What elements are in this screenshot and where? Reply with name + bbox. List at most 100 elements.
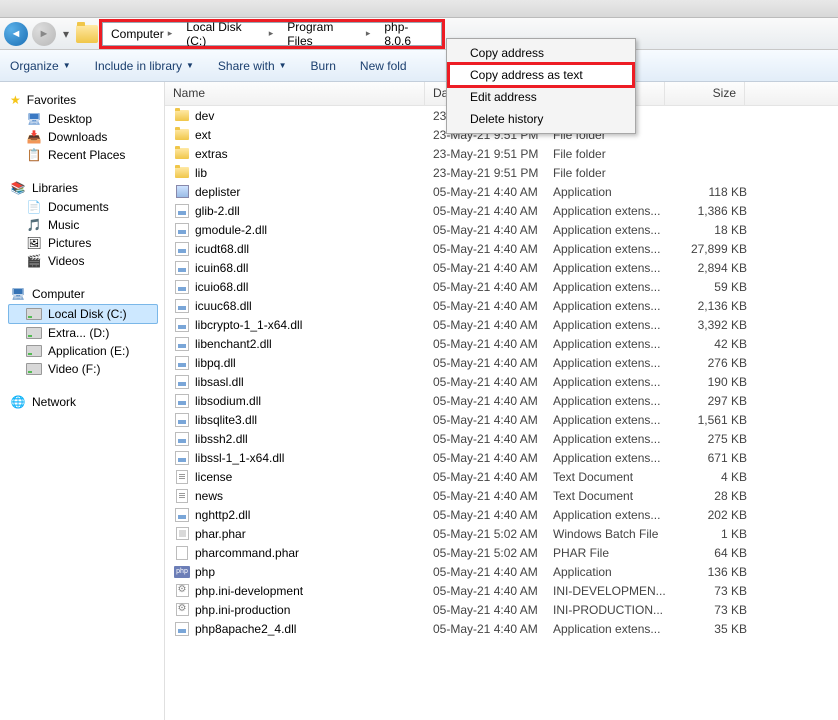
menu-delete-history[interactable]: Delete history <box>450 108 632 130</box>
new-folder-button[interactable]: New fold <box>360 59 407 73</box>
file-size: 42 KB <box>673 337 753 351</box>
file-row[interactable]: extras23-May-21 9:51 PMFile folder <box>165 144 838 163</box>
file-row[interactable]: libcrypto-1_1-x64.dll05-May-21 4:40 AMAp… <box>165 315 838 334</box>
sidebar-item-videos[interactable]: 🎬Videos <box>8 252 164 270</box>
file-name: news <box>195 489 433 503</box>
file-type: Application extens... <box>553 432 673 446</box>
file-row[interactable]: gmodule-2.dll05-May-21 4:40 AMApplicatio… <box>165 220 838 239</box>
file-row[interactable]: libpq.dll05-May-21 4:40 AMApplication ex… <box>165 353 838 372</box>
file-row[interactable]: glib-2.dll05-May-21 4:40 AMApplication e… <box>165 201 838 220</box>
file-date: 05-May-21 4:40 AM <box>433 394 553 408</box>
file-date: 05-May-21 4:40 AM <box>433 603 553 617</box>
sidebar-item-music[interactable]: 🎵Music <box>8 216 164 234</box>
file-size: 28 KB <box>673 489 753 503</box>
network-group[interactable]: 🌐Network <box>8 392 164 412</box>
file-size: 202 KB <box>673 508 753 522</box>
file-row[interactable]: phar.phar05-May-21 5:02 AMWindows Batch … <box>165 524 838 543</box>
file-row[interactable]: icuin68.dll05-May-21 4:40 AMApplication … <box>165 258 838 277</box>
file-row[interactable]: icuuc68.dll05-May-21 4:40 AMApplication … <box>165 296 838 315</box>
file-row[interactable]: icuio68.dll05-May-21 4:40 AMApplication … <box>165 277 838 296</box>
file-name: libssh2.dll <box>195 432 433 446</box>
breadcrumb-item[interactable]: Local Disk (C:)▸ <box>178 23 279 45</box>
favorites-group[interactable]: ★Favorites <box>8 90 164 110</box>
dll-icon <box>173 279 191 295</box>
file-type: Windows Batch File <box>553 527 673 541</box>
file-type: Application extens... <box>553 413 673 427</box>
file-name: libsqlite3.dll <box>195 413 433 427</box>
sidebar-item-downloads[interactable]: 📥Downloads <box>8 128 164 146</box>
dll-icon <box>173 336 191 352</box>
file-size: 35 KB <box>673 622 753 636</box>
history-dropdown[interactable]: ▾ <box>60 27 72 41</box>
file-size: 27,899 KB <box>673 242 753 256</box>
file-size: 73 KB <box>673 584 753 598</box>
libraries-group[interactable]: 📚Libraries <box>8 178 164 198</box>
menu-copy-address-text[interactable]: Copy address as text <box>450 64 632 86</box>
file-row[interactable]: php.ini-development05-May-21 4:40 AMINI-… <box>165 581 838 600</box>
sidebar-item-local-disk-c[interactable]: Local Disk (C:) <box>8 304 158 324</box>
computer-group[interactable]: 🖥Computer <box>8 284 164 304</box>
share-button[interactable]: Share with ▼ <box>218 59 287 73</box>
file-row[interactable]: libssl-1_1-x64.dll05-May-21 4:40 AMAppli… <box>165 448 838 467</box>
back-button[interactable]: ◄ <box>4 22 28 46</box>
folder-icon <box>173 165 191 181</box>
file-type: Application <box>553 565 673 579</box>
folder-icon <box>173 146 191 162</box>
col-size[interactable]: Size <box>665 82 745 105</box>
sidebar-item-drive-d[interactable]: Extra... (D:) <box>8 324 164 342</box>
file-row[interactable]: phpphp05-May-21 4:40 AMApplication136 KB <box>165 562 838 581</box>
address-context-menu: Copy address Copy address as text Edit a… <box>446 38 636 134</box>
file-name: php.ini-production <box>195 603 433 617</box>
file-row[interactable]: libenchant2.dll05-May-21 4:40 AMApplicat… <box>165 334 838 353</box>
dll-icon <box>173 450 191 466</box>
file-name: pharcommand.phar <box>195 546 433 560</box>
breadcrumb-item[interactable]: Computer▸ <box>103 23 178 45</box>
burn-button[interactable]: Burn <box>311 59 336 73</box>
col-name[interactable]: Name <box>165 82 425 105</box>
breadcrumb-item[interactable]: php-8.0.6 <box>376 23 441 45</box>
txt-icon <box>173 469 191 485</box>
file-row[interactable]: libsodium.dll05-May-21 4:40 AMApplicatio… <box>165 391 838 410</box>
file-list[interactable]: Name Date modified Type Size dev23-May-2… <box>165 82 838 720</box>
file-row[interactable]: php.ini-production05-May-21 4:40 AMINI-P… <box>165 600 838 619</box>
sidebar-item-drive-e[interactable]: Application (E:) <box>8 342 164 360</box>
file-size: 190 KB <box>673 375 753 389</box>
file-name: dev <box>195 109 433 123</box>
file-row[interactable]: lib23-May-21 9:51 PMFile folder <box>165 163 838 182</box>
menu-copy-address[interactable]: Copy address <box>450 42 632 64</box>
sidebar-item-recent[interactable]: 📋Recent Places <box>8 146 164 164</box>
file-row[interactable]: pharcommand.phar05-May-21 5:02 AMPHAR Fi… <box>165 543 838 562</box>
file-name: icuio68.dll <box>195 280 433 294</box>
file-row[interactable]: php8apache2_4.dll05-May-21 4:40 AMApplic… <box>165 619 838 638</box>
dll-icon <box>173 374 191 390</box>
ini-icon <box>173 583 191 599</box>
file-name: libenchant2.dll <box>195 337 433 351</box>
file-type: Application extens... <box>553 337 673 351</box>
file-size: 1,386 KB <box>673 204 753 218</box>
sidebar-item-desktop[interactable]: 🖥Desktop <box>8 110 164 128</box>
file-date: 05-May-21 4:40 AM <box>433 375 553 389</box>
include-library-button[interactable]: Include in library ▼ <box>95 59 194 73</box>
dll-icon <box>173 260 191 276</box>
file-row[interactable]: libssh2.dll05-May-21 4:40 AMApplication … <box>165 429 838 448</box>
menu-edit-address[interactable]: Edit address <box>450 86 632 108</box>
file-row[interactable]: news05-May-21 4:40 AMText Document28 KB <box>165 486 838 505</box>
file-row[interactable]: libsasl.dll05-May-21 4:40 AMApplication … <box>165 372 838 391</box>
file-date: 05-May-21 4:40 AM <box>433 242 553 256</box>
organize-button[interactable]: Organize ▼ <box>10 59 71 73</box>
file-row[interactable]: license05-May-21 4:40 AMText Document4 K… <box>165 467 838 486</box>
breadcrumb-item[interactable]: Program Files▸ <box>279 23 376 45</box>
file-name: libpq.dll <box>195 356 433 370</box>
file-date: 05-May-21 4:40 AM <box>433 204 553 218</box>
sidebar-item-pictures[interactable]: 🖼Pictures <box>8 234 164 252</box>
sidebar-item-documents[interactable]: 📄Documents <box>8 198 164 216</box>
file-row[interactable]: nghttp2.dll05-May-21 4:40 AMApplication … <box>165 505 838 524</box>
file-row[interactable]: icudt68.dll05-May-21 4:40 AMApplication … <box>165 239 838 258</box>
file-date: 05-May-21 4:40 AM <box>433 261 553 275</box>
forward-button[interactable]: ► <box>32 22 56 46</box>
file-row[interactable]: deplister05-May-21 4:40 AMApplication118… <box>165 182 838 201</box>
file-type: Application extens... <box>553 508 673 522</box>
file-row[interactable]: libsqlite3.dll05-May-21 4:40 AMApplicati… <box>165 410 838 429</box>
sidebar-item-drive-f[interactable]: Video (F:) <box>8 360 164 378</box>
address-bar[interactable]: Computer▸ Local Disk (C:)▸ Program Files… <box>102 22 442 46</box>
